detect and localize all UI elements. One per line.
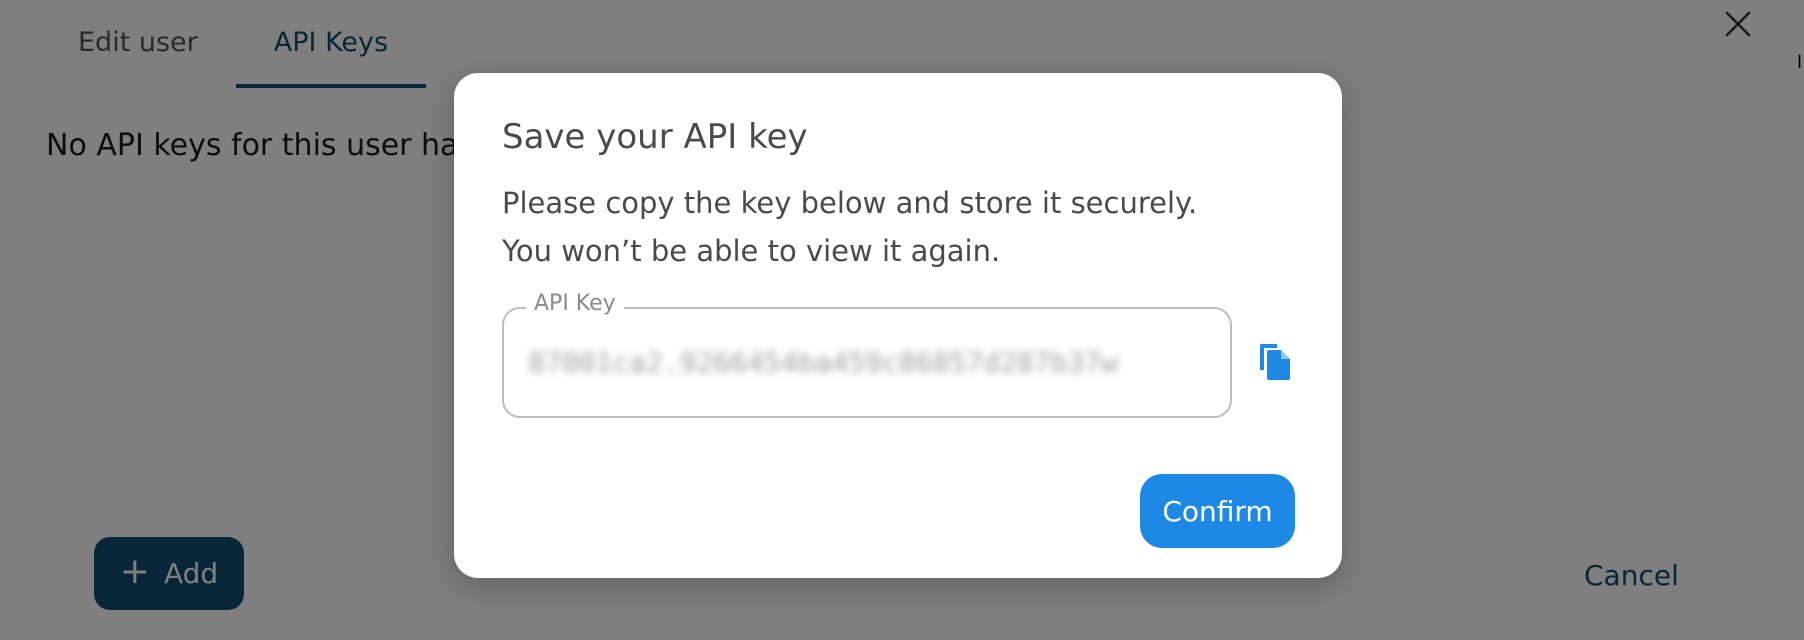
confirm-button-label: Confirm	[1162, 494, 1273, 528]
api-key-field: API Key	[502, 291, 1232, 418]
dialog-description-line-2: You won’t be able to view it again.	[502, 234, 1001, 268]
api-key-field-label: API Key	[526, 291, 624, 316]
copy-api-key-button[interactable]	[1250, 337, 1300, 387]
confirm-button[interactable]: Confirm	[1140, 474, 1295, 548]
dialog-description: Please copy the key below and store it s…	[502, 179, 1262, 275]
dialog-description-line-1: Please copy the key below and store it s…	[502, 186, 1198, 220]
save-api-key-dialog: Save your API key Please copy the key be…	[454, 73, 1342, 578]
api-key-input[interactable]	[528, 337, 1208, 387]
dialog-title: Save your API key	[502, 117, 808, 157]
copy-icon	[1260, 344, 1290, 380]
